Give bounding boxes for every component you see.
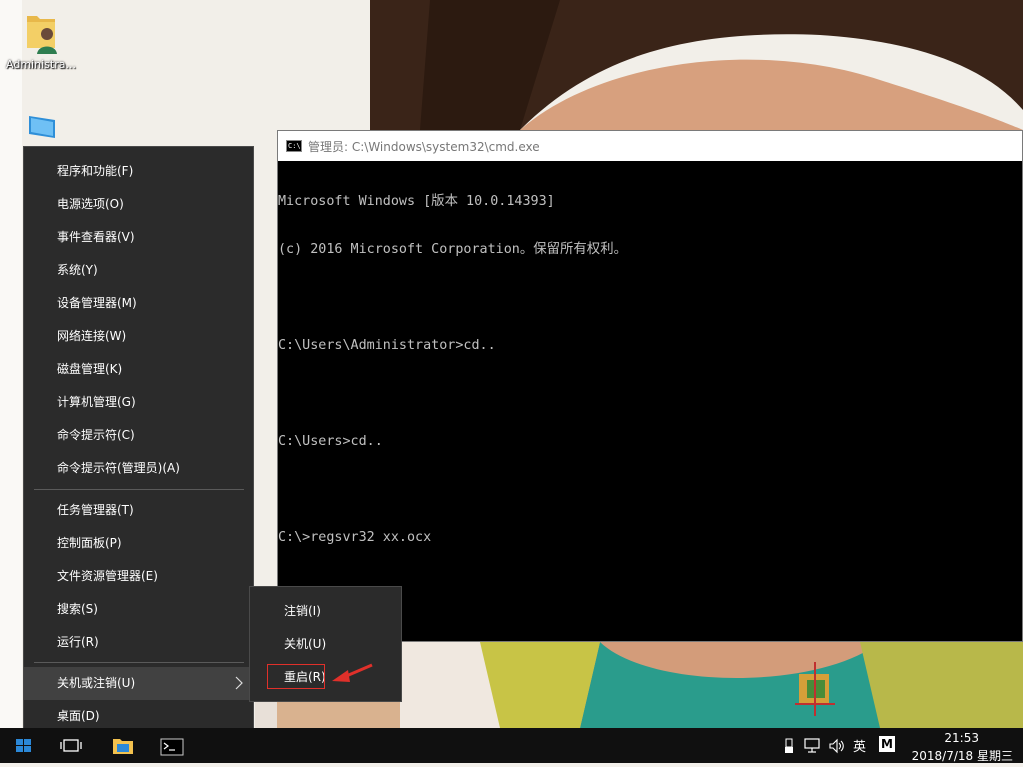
watermark-logo: [795, 660, 1005, 720]
file-explorer-icon: [113, 739, 133, 754]
menu-item-task-manager[interactable]: 任务管理器(T): [24, 494, 253, 527]
cmd-icon: [160, 738, 184, 756]
menu-separator: [34, 662, 244, 663]
menu-separator: [34, 489, 244, 490]
menu-item-command-prompt[interactable]: 命令提示符(C): [24, 419, 253, 452]
red-arrow-annotation: [332, 663, 373, 682]
menu-item-command-prompt-admin[interactable]: 命令提示符(管理员)(A): [24, 452, 253, 485]
desktop-icon-label: Administra...: [6, 58, 76, 71]
cmd-titlebar[interactable]: C:\ 管理员: C:\Windows\system32\cmd.exe: [278, 131, 1022, 161]
winx-context-menu: 程序和功能(F) 电源选项(O) 事件查看器(V) 系统(Y) 设备管理器(M)…: [23, 146, 254, 742]
cmd-window-title: 管理员: C:\Windows\system32\cmd.exe: [308, 139, 540, 154]
windows-logo-icon: [16, 739, 31, 752]
menu-item-network-connections[interactable]: 网络连接(W): [24, 320, 253, 353]
clock-time: 21:53: [944, 731, 979, 745]
menu-item-search[interactable]: 搜索(S): [24, 593, 253, 626]
cmd-window[interactable]: C:\ 管理员: C:\Windows\system32\cmd.exe Mic…: [277, 130, 1023, 642]
network-icon[interactable]: [804, 738, 822, 754]
desktop-icon-this-pc[interactable]: [8, 114, 78, 144]
menu-item-device-manager[interactable]: 设备管理器(M): [24, 287, 253, 320]
menu-item-programs-features[interactable]: 程序和功能(F): [24, 155, 253, 188]
console-line: C:\Users>cd..: [278, 434, 383, 449]
console-line: Microsoft Windows [版本 10.0.14393]: [278, 194, 555, 209]
menu-item-run[interactable]: 运行(R): [24, 626, 253, 659]
console-line: (c) 2016 Microsoft Corporation。保留所有权利。: [278, 242, 627, 257]
shutdown-submenu: 注销(I) 关机(U) 重启(R): [249, 586, 402, 702]
ime-language-indicator[interactable]: 英: [853, 736, 866, 755]
menu-item-power-options[interactable]: 电源选项(O): [24, 188, 253, 221]
menu-item-computer-management[interactable]: 计算机管理(G): [24, 386, 253, 419]
usb-icon[interactable]: [784, 738, 794, 754]
clock-date: 2018/7/18 星期三: [911, 749, 1013, 763]
task-view-icon: [60, 739, 82, 752]
desktop-icon-administrator[interactable]: Administra...: [3, 10, 79, 71]
submenu-item-sign-out[interactable]: 注销(I): [250, 595, 401, 628]
chevron-right-icon: [235, 667, 243, 700]
menu-item-system[interactable]: 系统(Y): [24, 254, 253, 287]
taskbar-file-explorer[interactable]: [100, 728, 146, 763]
menu-item-control-panel[interactable]: 控制面板(P): [24, 527, 253, 560]
start-button[interactable]: [0, 728, 46, 763]
menu-item-file-explorer[interactable]: 文件资源管理器(E): [24, 560, 253, 593]
taskbar-cmd[interactable]: [150, 728, 196, 763]
menu-item-event-viewer[interactable]: 事件查看器(V): [24, 221, 253, 254]
submenu-item-shut-down[interactable]: 关机(U): [250, 628, 401, 661]
task-view-button[interactable]: [48, 728, 94, 763]
menu-item-shutdown-signout[interactable]: 关机或注销(U): [24, 667, 253, 700]
user-folder-icon: [27, 16, 57, 54]
volume-icon[interactable]: [828, 738, 846, 754]
menu-item-disk-management[interactable]: 磁盘管理(K): [24, 353, 253, 386]
ime-mode-indicator[interactable]: M: [879, 736, 895, 752]
this-pc-icon: [29, 116, 55, 138]
console-line: C:\>regsvr32 xx.ocx: [278, 530, 432, 545]
menu-item-label: 关机或注销(U): [57, 676, 136, 690]
console-line: C:\Users\Administrator>cd..: [278, 338, 496, 353]
taskbar: 英 M 21:53 2018/7/18 星期三: [0, 728, 1023, 763]
cmd-window-icon: C:\: [286, 140, 302, 152]
restart-highlight-box: [267, 664, 325, 689]
